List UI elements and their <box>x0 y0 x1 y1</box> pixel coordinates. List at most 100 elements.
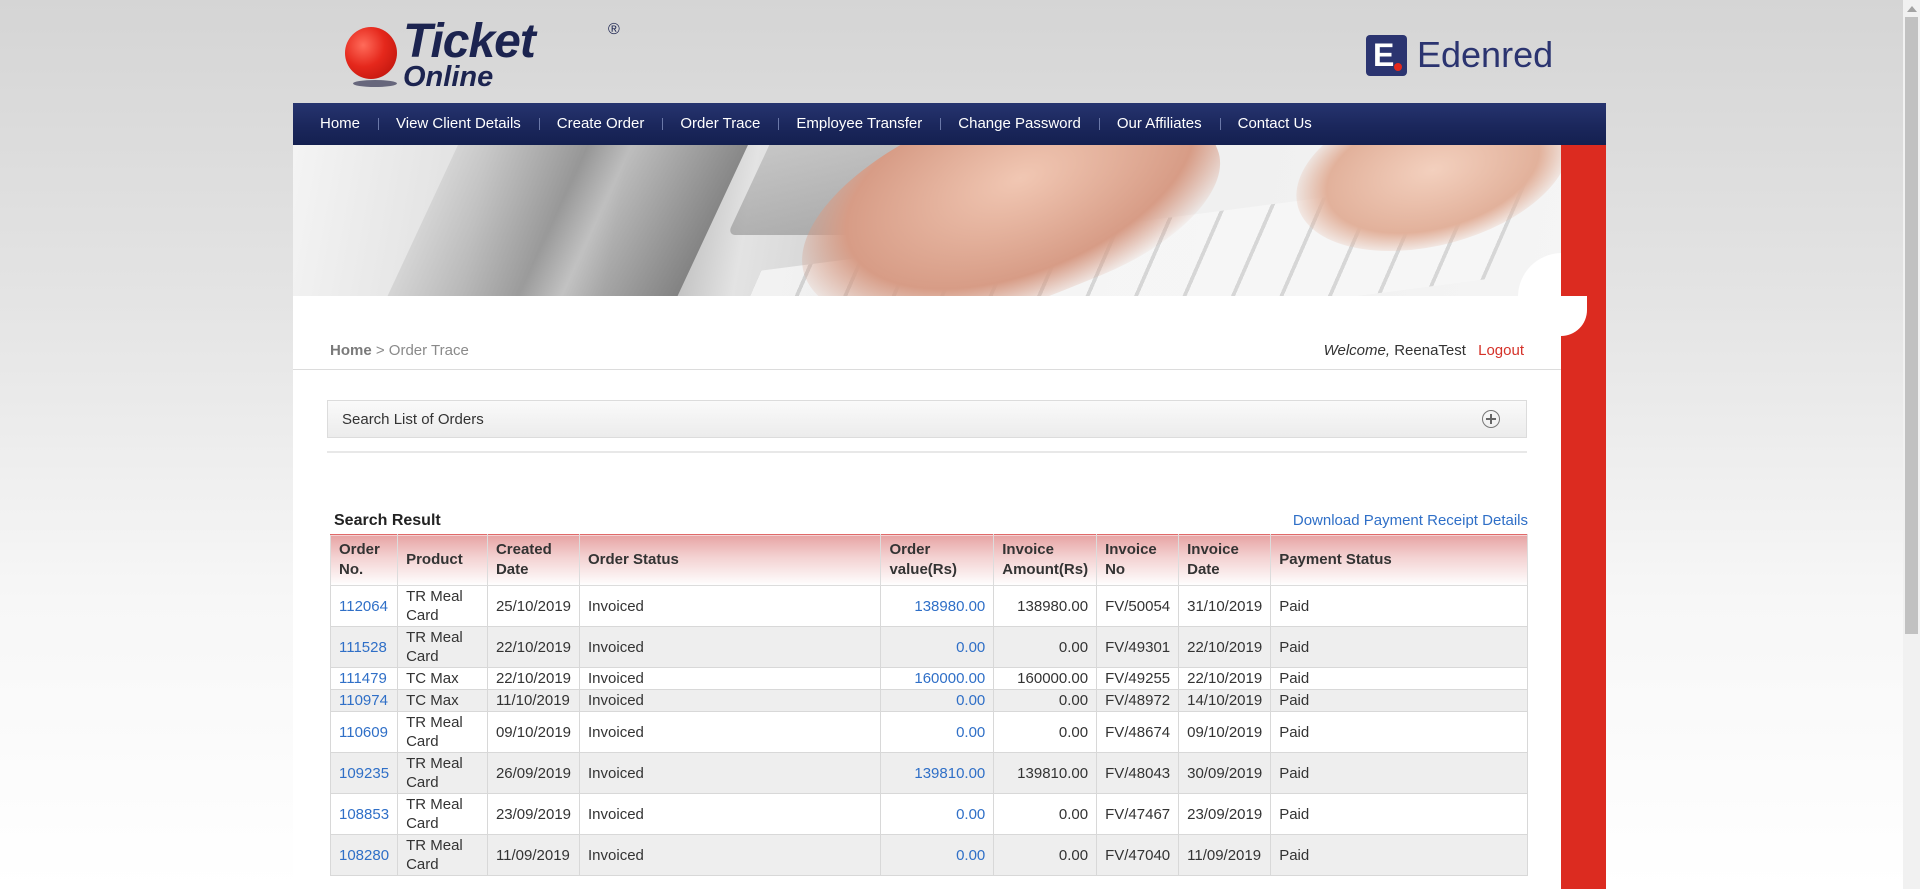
order-value-link[interactable]: 0.00 <box>956 639 985 656</box>
table-cell: 22/10/2019 <box>486 667 581 690</box>
breadcrumb-home[interactable]: Home <box>330 342 372 359</box>
payment-status-cell: Paid <box>1279 846 1310 864</box>
nav-contact-us[interactable]: Contact Us <box>1219 103 1330 145</box>
created-date-cell: 25/10/2019 <box>495 597 572 615</box>
order-value-link[interactable]: 139810.00 <box>914 765 985 782</box>
created-date-cell: 22/10/2019 <box>495 638 572 656</box>
table-cell: 109235 <box>329 752 399 794</box>
nav-home[interactable]: Home <box>293 103 378 145</box>
table-cell: Paid <box>1270 689 1528 712</box>
expand-plus-icon[interactable] <box>1482 410 1500 428</box>
table-cell: Paid <box>1270 752 1528 794</box>
order-no-link[interactable]: 112064 <box>339 598 388 615</box>
table-row: 110974 TC Max 11/10/2019 Invoiced 0.00 0.00 FV… <box>329 689 1528 712</box>
table-cell: 09/10/2019 <box>486 711 581 753</box>
order-no-link[interactable]: 108853 <box>339 806 389 823</box>
table-cell: 14/10/2019 <box>1178 689 1272 712</box>
logout-link[interactable]: Logout <box>1478 342 1524 359</box>
table-cell: 160000.00 <box>993 667 1098 690</box>
table-cell: 139810.00 <box>880 752 995 794</box>
table-cell: 22/10/2019 <box>486 626 581 668</box>
order-value-link[interactable]: 0.00 <box>956 692 985 709</box>
orders-table: Order No. Product Created Date Order Sta… <box>329 534 1528 876</box>
search-orders-panel[interactable]: Search List of Orders <box>327 400 1527 438</box>
order-no-link[interactable]: 109235 <box>339 765 389 782</box>
order-no-link[interactable]: 110974 <box>339 692 388 709</box>
vertical-scrollbar[interactable] <box>1903 0 1920 889</box>
product-cell: TC Max <box>406 670 459 687</box>
order-value-link[interactable]: 138980.00 <box>914 598 985 615</box>
table-cell: FV/49301 <box>1096 626 1180 668</box>
col-order-value: Order value(Rs) <box>880 534 995 586</box>
table-cell: 0.00 <box>880 626 995 668</box>
product-cell: TR Meal Card <box>406 796 463 832</box>
nav-employee-transfer[interactable]: Employee Transfer <box>778 103 940 145</box>
col-order-status: Order Status <box>579 534 882 586</box>
orders-table-body: 112064 TR Meal Card 25/10/2019 Invoiced 1389… <box>329 585 1528 876</box>
scrollbar-thumb[interactable] <box>1905 17 1918 634</box>
order-no-link[interactable]: 110609 <box>339 724 388 741</box>
nav-view-client-details[interactable]: View Client Details <box>378 103 539 145</box>
table-cell: FV/50054 <box>1096 585 1180 627</box>
table-cell: TR Meal Card <box>397 626 488 668</box>
order-value-link[interactable]: 0.00 <box>956 847 985 864</box>
order-status-cell: Invoiced <box>588 846 644 864</box>
search-result-title: Search Result <box>334 512 441 529</box>
table-cell: 0.00 <box>880 689 995 712</box>
invoice-date-cell: 30/09/2019 <box>1187 764 1263 782</box>
logo-text-ticket: Ticket <box>403 15 536 68</box>
invoice-amount-cell: 0.00 <box>1058 692 1089 709</box>
ticket-online-logo[interactable]: Ticket Online ® <box>345 15 620 92</box>
logo-ball-shadow <box>353 80 397 87</box>
table-row: 111479 TC Max 22/10/2019 Invoiced 160000.00 1… <box>329 667 1528 690</box>
table-cell: FV/47467 <box>1096 793 1180 835</box>
invoice-no-cell: FV/50054 <box>1105 597 1171 615</box>
edenred-name: Edenred <box>1417 34 1554 75</box>
table-cell: 30/09/2019 <box>1178 752 1272 794</box>
created-date-cell: 23/09/2019 <box>495 805 572 823</box>
table-cell: TR Meal Card <box>397 711 488 753</box>
col-invoice-no: Invoice No <box>1096 534 1180 586</box>
table-cell: 22/10/2019 <box>1178 667 1272 690</box>
order-no-link[interactable]: 111528 <box>339 639 387 656</box>
table-cell: 31/10/2019 <box>1178 585 1272 627</box>
invoice-no-cell: FV/48043 <box>1105 764 1171 782</box>
welcome-area: Welcome, ReenaTest Logout <box>1324 342 1524 359</box>
order-value-link[interactable]: 0.00 <box>956 806 985 823</box>
invoice-amount-cell: 0.00 <box>1058 805 1089 823</box>
order-status-cell: Invoiced <box>588 638 644 656</box>
download-payment-receipt-link[interactable]: Download Payment Receipt Details <box>1293 512 1528 529</box>
payment-status-cell: Paid <box>1279 805 1310 823</box>
table-cell: 0.00 <box>880 793 995 835</box>
payment-status-cell: Paid <box>1279 764 1310 782</box>
table-cell: 09/10/2019 <box>1178 711 1272 753</box>
product-cell: TC Max <box>406 692 459 709</box>
order-status-cell: Invoiced <box>588 692 644 709</box>
nav-change-password[interactable]: Change Password <box>940 103 1099 145</box>
table-cell: Invoiced <box>579 834 882 876</box>
nav-order-trace[interactable]: Order Trace <box>662 103 778 145</box>
order-value-link[interactable]: 0.00 <box>956 724 985 741</box>
nav-create-order[interactable]: Create Order <box>538 103 663 145</box>
scroll-up-arrow-icon[interactable] <box>1907 6 1917 12</box>
welcome-label: Welcome, <box>1323 342 1391 359</box>
order-no-link[interactable]: 111479 <box>339 670 387 687</box>
invoice-no-cell: FV/48972 <box>1105 692 1171 709</box>
table-cell: 0.00 <box>993 711 1098 753</box>
order-no-link[interactable]: 108280 <box>339 847 389 864</box>
user-name: ReenaTest <box>1394 342 1466 359</box>
table-cell: TR Meal Card <box>397 793 488 835</box>
invoice-date-cell: 23/09/2019 <box>1187 805 1263 823</box>
order-value-link[interactable]: 160000.00 <box>914 670 985 687</box>
invoice-date-cell: 31/10/2019 <box>1187 597 1263 615</box>
table-cell: 111528 <box>329 626 399 668</box>
table-header-row: Order No. Product Created Date Order Sta… <box>329 534 1528 586</box>
table-cell: 0.00 <box>993 626 1098 668</box>
col-product: Product <box>397 534 488 586</box>
table-row: 108853 TR Meal Card 23/09/2019 Invoiced 0.00… <box>329 793 1528 835</box>
search-orders-label: Search List of Orders <box>342 411 484 428</box>
invoice-date-cell: 09/10/2019 <box>1187 723 1263 741</box>
table-row: 110609 TR Meal Card 09/10/2019 Invoiced 0.00… <box>329 711 1528 753</box>
created-date-cell: 11/10/2019 <box>495 692 570 709</box>
nav-our-affiliates[interactable]: Our Affiliates <box>1098 103 1220 145</box>
